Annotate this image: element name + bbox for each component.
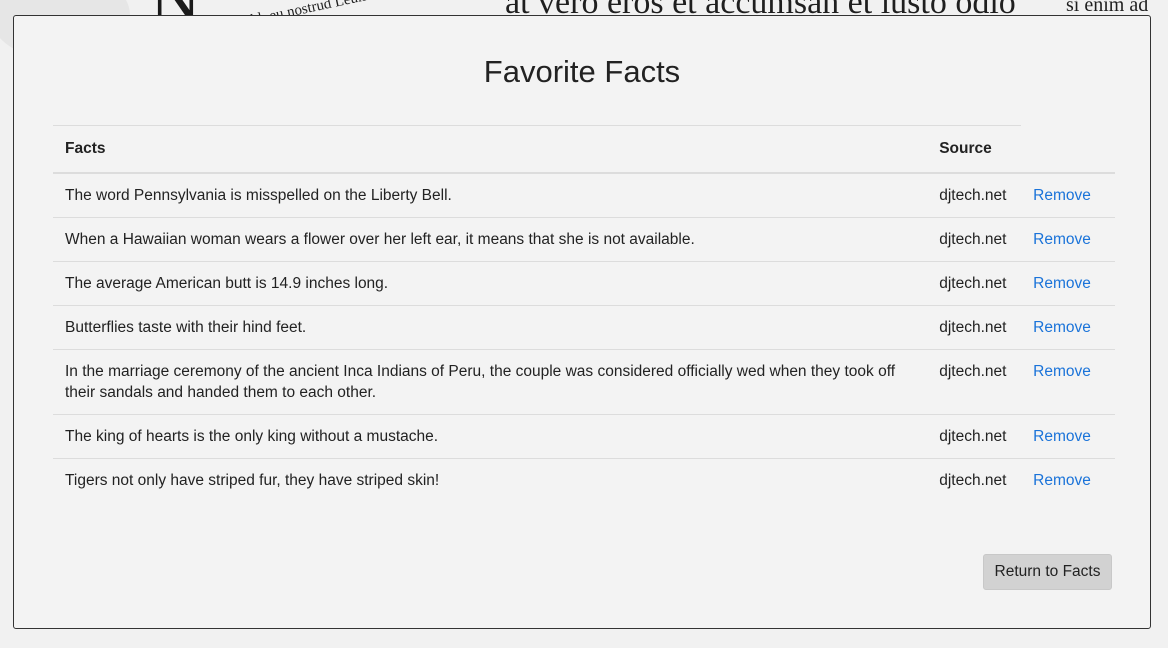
table-row: The word Pennsylvania is misspelled on t… [53,173,1115,218]
facts-table: Facts Source The word Pennsylvania is mi… [53,125,1115,502]
facts-table-body: The word Pennsylvania is misspelled on t… [53,173,1115,502]
remove-link[interactable]: Remove [1033,187,1091,204]
table-row: Tigers not only have striped fur, they h… [53,458,1115,502]
source-cell: djtech.net [927,414,1022,459]
table-row: When a Hawaiian woman wears a flower ove… [53,217,1115,262]
remove-link[interactable]: Remove [1033,319,1091,336]
source-cell: djtech.net [927,349,1022,415]
table-row: Butterflies taste with their hind feet. d… [53,305,1115,350]
fact-cell: Tigers not only have striped fur, they h… [53,458,928,502]
source-cell: djtech.net [927,217,1022,262]
source-cell: djtech.net [939,187,1007,204]
page-title: Favorite Facts [483,54,681,89]
action-column-header [1021,125,1115,174]
facts-column-header: Facts [53,125,928,174]
remove-link[interactable]: Remove [1033,428,1091,445]
action-cell: Remove [1021,414,1115,459]
fact-cell: The average American butt is 14.9 inches… [53,261,928,306]
table-row: The king of hearts is the only king with… [53,414,1115,459]
action-cell: Remove [1021,217,1115,262]
fact-cell: The king of hearts is the only king with… [53,414,928,459]
fact-cell: The word Pennsylvania is misspelled on t… [65,187,452,204]
source-column-header: Source [927,125,1022,174]
action-cell: Remove [1021,458,1115,502]
remove-link[interactable]: Remove [1033,275,1091,292]
table-header-row: Facts Source [53,125,1115,174]
action-cell: Remove [1021,261,1115,306]
action-cell: Remove [1021,173,1115,218]
source-cell: djtech.net [927,261,1022,306]
source-cell: djtech.net [927,458,1022,502]
table-row: In the marriage ceremony of the ancient … [53,349,1115,415]
remove-link[interactable]: Remove [1033,231,1091,248]
remove-link[interactable]: Remove [1033,363,1091,380]
fact-cell: Butterflies taste with their hind feet. [53,305,928,350]
action-cell: Remove [1021,349,1115,415]
action-cell: Remove [1021,305,1115,350]
fact-cell: In the marriage ceremony of the ancient … [53,349,928,415]
favorites-modal: Favorite Facts Facts Source The word Pen… [13,15,1151,629]
remove-link[interactable]: Remove [1033,472,1091,489]
table-row: The average American butt is 14.9 inches… [53,261,1115,306]
fact-cell: When a Hawaiian woman wears a flower ove… [53,217,928,262]
return-to-facts-button[interactable]: Return to Facts [983,554,1112,590]
source-cell: djtech.net [927,305,1022,350]
